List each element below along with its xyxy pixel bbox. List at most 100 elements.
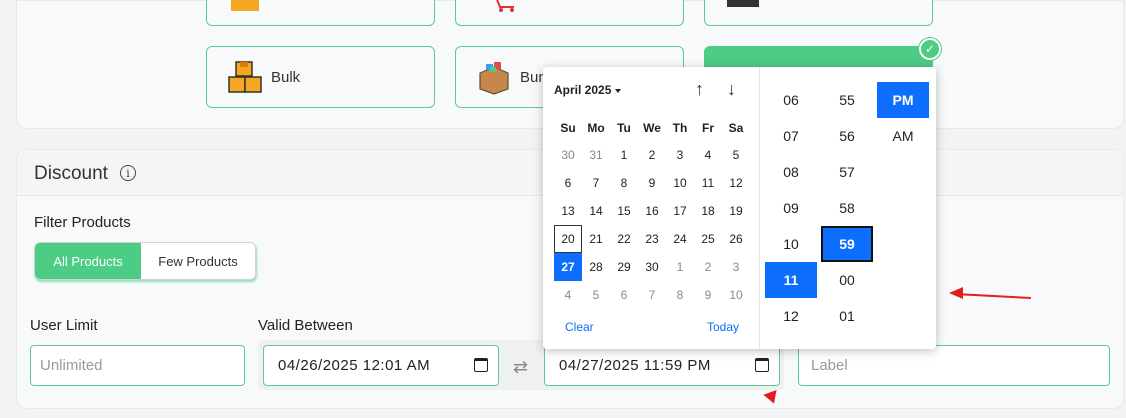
today-button[interactable]: Today (707, 320, 739, 334)
end-datetime-input[interactable]: 04/27/2025 11:59 PM (544, 345, 780, 386)
calendar-day[interactable]: 8 (666, 281, 694, 309)
calendar-day[interactable]: 20 (554, 225, 582, 253)
datetime-picker-popup: April 2025 ↑ ↓ Su Mo Tu We Th Fr Sa 30 31 1 2 3 4 5 6… (543, 67, 936, 349)
calendar-day[interactable]: 9 (638, 169, 666, 197)
meridiem-option[interactable]: AM (877, 118, 929, 154)
calendar-icon[interactable] (755, 358, 769, 372)
minute-option[interactable]: 00 (821, 262, 873, 298)
caret-down-icon (615, 88, 622, 93)
calendar-day[interactable]: 7 (582, 169, 610, 197)
calendar-day[interactable]: 4 (694, 141, 722, 169)
product-type-card-top-1[interactable] (206, 0, 435, 26)
calendar-day[interactable]: 13 (554, 197, 582, 225)
hour-option[interactable]: 08 (765, 154, 817, 190)
hour-option[interactable]: 06 (765, 82, 817, 118)
calendar-day[interactable]: 4 (554, 281, 582, 309)
calendar-day[interactable]: 5 (722, 141, 750, 169)
calendar-day[interactable]: 22 (610, 225, 638, 253)
minute-option[interactable]: 56 (821, 118, 873, 154)
truck-icon (725, 0, 761, 13)
calendar-day[interactable]: 3 (722, 253, 750, 281)
calendar-day[interactable]: 6 (610, 281, 638, 309)
calendar-day[interactable]: 10 (722, 281, 750, 309)
calendar-day[interactable]: 27 (554, 253, 582, 281)
calendar-day[interactable]: 30 (554, 141, 582, 169)
bundle-box-icon (476, 59, 512, 95)
meridiem-option[interactable]: PM (877, 82, 929, 118)
cart-icon (486, 0, 522, 13)
hour-option[interactable]: 12 (765, 298, 817, 334)
info-icon[interactable]: i (120, 165, 136, 181)
weekday-label: Tu (617, 121, 631, 135)
product-type-card-bulk[interactable]: Bulk (206, 46, 435, 108)
calendar-day[interactable]: 24 (666, 225, 694, 253)
minute-option[interactable]: 57 (821, 154, 873, 190)
minute-option[interactable]: 58 (821, 190, 873, 226)
minute-option[interactable]: 59 (821, 226, 873, 262)
calendar-day[interactable]: 18 (694, 197, 722, 225)
label-placeholder: Label (811, 357, 848, 374)
calendar-day[interactable]: 16 (638, 197, 666, 225)
valid-between-label: Valid Between (258, 317, 353, 334)
month-year-label: April 2025 (554, 83, 612, 97)
calendar-day[interactable]: 25 (694, 225, 722, 253)
boxes-icon (227, 59, 263, 95)
calendar-day[interactable]: 31 (582, 141, 610, 169)
calendar-day[interactable]: 6 (554, 169, 582, 197)
box-icon (227, 0, 263, 13)
all-products-button[interactable]: All Products (35, 243, 142, 279)
user-limit-label: User Limit (30, 317, 98, 334)
few-products-button[interactable]: Few Products (141, 243, 255, 279)
calendar-day[interactable]: 10 (666, 169, 694, 197)
calendar-day[interactable]: 23 (638, 225, 666, 253)
start-datetime-value: 04/26/2025 12:01 AM (278, 357, 431, 374)
calendar-day[interactable]: 3 (666, 141, 694, 169)
swap-arrows-icon: ⇄ (513, 357, 529, 377)
calendar-day[interactable]: 2 (694, 253, 722, 281)
calendar-day[interactable]: 19 (722, 197, 750, 225)
calendar-day[interactable]: 2 (638, 141, 666, 169)
user-limit-placeholder: Unlimited (40, 357, 103, 374)
weekday-label: Mo (587, 121, 605, 135)
month-year-selector[interactable]: April 2025 (554, 83, 622, 97)
calendar-day[interactable]: 11 (694, 169, 722, 197)
minute-option[interactable]: 55 (821, 82, 873, 118)
end-datetime-value: 04/27/2025 11:59 PM (559, 357, 711, 374)
calendar-day[interactable]: 26 (722, 225, 750, 253)
hour-option[interactable]: 10 (765, 226, 817, 262)
user-limit-input[interactable]: Unlimited (30, 345, 245, 386)
calendar-day[interactable]: 1 (666, 253, 694, 281)
weekday-label: Fr (702, 121, 714, 135)
calendar-day[interactable]: 5 (582, 281, 610, 309)
calendar-day[interactable]: 29 (610, 253, 638, 281)
arrow-up-icon[interactable]: ↑ (695, 79, 704, 100)
calendar-day[interactable]: 9 (694, 281, 722, 309)
annotation-arrow-head (949, 287, 963, 299)
calendar-day[interactable]: 1 (610, 141, 638, 169)
hour-option[interactable]: 09 (765, 190, 817, 226)
calendar-day[interactable]: 8 (610, 169, 638, 197)
calendar-day[interactable]: 17 (666, 197, 694, 225)
clear-button[interactable]: Clear (565, 320, 594, 334)
calendar-day[interactable]: 7 (638, 281, 666, 309)
minute-option[interactable]: 01 (821, 298, 873, 334)
product-type-label: Bulk (271, 68, 301, 86)
calendar-day[interactable]: 15 (610, 197, 638, 225)
weekday-label: We (643, 121, 661, 135)
discount-title: Discount (34, 163, 108, 184)
filter-products-label: Filter Products (34, 214, 131, 231)
calendar-day[interactable]: 12 (722, 169, 750, 197)
product-type-card-top-2[interactable] (455, 0, 684, 26)
weekday-label: Th (672, 121, 688, 135)
product-type-card-top-3[interactable] (704, 0, 933, 26)
calendar-day[interactable]: 30 (638, 253, 666, 281)
label-input[interactable]: Label (798, 345, 1110, 386)
hour-option[interactable]: 07 (765, 118, 817, 154)
calendar-day[interactable]: 21 (582, 225, 610, 253)
start-datetime-input[interactable]: 04/26/2025 12:01 AM (263, 345, 499, 386)
calendar-day[interactable]: 28 (582, 253, 610, 281)
calendar-icon[interactable] (474, 358, 488, 372)
arrow-down-icon[interactable]: ↓ (727, 79, 736, 100)
hour-option[interactable]: 11 (765, 262, 817, 298)
calendar-day[interactable]: 14 (582, 197, 610, 225)
